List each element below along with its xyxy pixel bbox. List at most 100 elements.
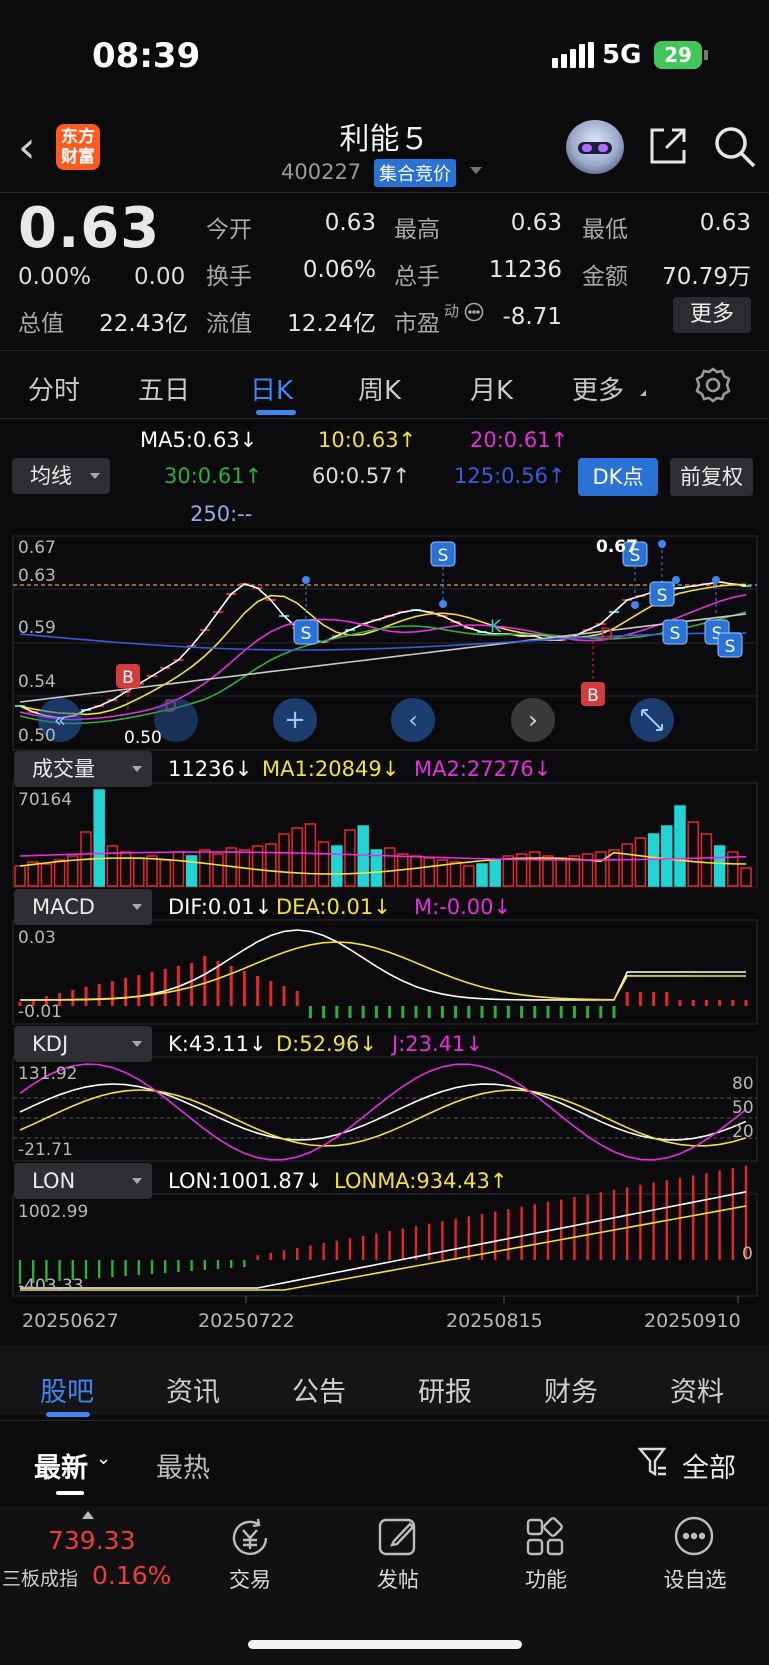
lon-bar: [692, 1175, 695, 1260]
sub-tab-hot[interactable]: 最热: [156, 1446, 210, 1485]
share-icon[interactable]: [646, 124, 690, 168]
compose-icon[interactable]: [376, 1514, 420, 1558]
more-button[interactable]: 更多: [673, 297, 751, 333]
macd-dif-label: DIF:0.01↓: [168, 895, 273, 919]
macd-bar: [704, 1000, 708, 1006]
macd-bar: [638, 992, 642, 1006]
macd-bar: [427, 1006, 431, 1018]
volume-bar: [489, 859, 501, 887]
filter-all[interactable]: 全部: [682, 1446, 736, 1485]
volume-selector[interactable]: 成交量: [14, 751, 152, 787]
open-label: 今开: [206, 217, 252, 243]
macd-bar: [414, 1006, 418, 1018]
ma125-label: 125:0.56↑: [454, 464, 566, 488]
tab-profile[interactable]: 资料: [670, 1370, 724, 1409]
date-label: 20250722: [198, 1310, 295, 1332]
lon-bar: [401, 1228, 404, 1260]
dk-point-button[interactable]: DK点: [578, 458, 658, 496]
ma250-label: 250:--: [190, 502, 253, 526]
robot-avatar-icon[interactable]: [566, 120, 624, 174]
sub-tab-latest[interactable]: 最新: [34, 1446, 88, 1485]
total-cap-value: 22.43亿: [99, 311, 188, 337]
tab-guba[interactable]: 股吧: [40, 1370, 94, 1409]
high-value: 0.63: [510, 210, 562, 236]
volume-bar: [634, 837, 647, 887]
macd-bar: [440, 1006, 444, 1018]
filter-icon[interactable]: [638, 1446, 668, 1478]
macd-dif-line: [19, 929, 746, 1001]
nav-settings-watchlist[interactable]: 设自选: [650, 1564, 740, 1594]
index-name[interactable]: 三板成指: [2, 1564, 78, 1591]
lon-bar: [467, 1216, 470, 1260]
tab-intraday[interactable]: 分时: [28, 370, 80, 407]
macd-selector-label: MACD: [32, 895, 95, 919]
nav-post[interactable]: 发帖: [358, 1564, 438, 1594]
nav-trade[interactable]: 交易: [210, 1564, 290, 1594]
gear-icon[interactable]: [694, 366, 732, 404]
collapse-arrow-icon[interactable]: [82, 1511, 94, 1519]
tab-more-corner: [635, 390, 646, 396]
stock-code: 400227: [281, 160, 362, 184]
lon-bar: [164, 1260, 167, 1273]
tab-daily-k[interactable]: 日K: [250, 370, 293, 407]
volume-bar: [476, 863, 488, 887]
tab-monthly-k[interactable]: 月K: [470, 370, 513, 407]
search-icon[interactable]: [712, 124, 758, 170]
pe-label: 市盈: [394, 311, 440, 337]
lon-bar: [124, 1260, 127, 1276]
kdj-selector[interactable]: KDJ: [14, 1026, 152, 1062]
lon-bar: [414, 1226, 418, 1260]
lon-bar: [520, 1206, 523, 1260]
tab-five-day[interactable]: 五日: [138, 370, 190, 407]
lon-bar: [137, 1260, 140, 1275]
tab-research[interactable]: 研报: [418, 1370, 472, 1409]
home-indicator[interactable]: [248, 1640, 522, 1649]
ma-selector[interactable]: 均线: [12, 458, 110, 494]
adjust-button[interactable]: 前复权: [670, 458, 753, 496]
lon-selector[interactable]: LON: [14, 1163, 152, 1199]
auction-tag[interactable]: 集合竞价: [374, 159, 456, 187]
price-candles: [15, 581, 751, 719]
volume-bar: [185, 855, 198, 887]
chevron-down-icon[interactable]: [470, 167, 482, 174]
lon-bar: [639, 1184, 642, 1260]
more-dots-icon[interactable]: [464, 302, 484, 322]
macd-bar: [242, 971, 246, 1006]
macd-bar: [612, 1006, 616, 1018]
change-pct: 0.00%: [18, 264, 92, 290]
nav-functions[interactable]: 功能: [506, 1564, 586, 1594]
ma20-label: 20:0.61↑: [470, 428, 569, 452]
tab-announcement[interactable]: 公告: [292, 1370, 346, 1409]
apps-icon[interactable]: [524, 1514, 568, 1558]
volume-bar: [40, 863, 53, 887]
lon-bar: [177, 1260, 180, 1272]
macd-selector[interactable]: MACD: [14, 889, 152, 925]
macd-bar: [652, 992, 656, 1006]
svg-text:+: +: [284, 705, 306, 735]
macd-bar: [665, 992, 669, 1006]
macd-bar: [586, 1006, 590, 1018]
volume-bar: [291, 827, 303, 887]
lon-bar: [362, 1235, 365, 1260]
index-value[interactable]: 739.33: [48, 1526, 135, 1555]
total-cap-label: 总值: [18, 311, 64, 337]
tab-finance[interactable]: 财务: [544, 1370, 598, 1409]
more-circle-icon[interactable]: [672, 1514, 716, 1558]
lon-bar: [216, 1260, 220, 1269]
high-label: 最高: [394, 217, 440, 243]
macd-bar: [691, 1000, 695, 1006]
index-pct: 0.16%: [92, 1561, 172, 1590]
volume-bar: [621, 843, 633, 887]
svg-text:K: K: [490, 617, 502, 637]
tab-weekly-k[interactable]: 周K: [358, 370, 401, 407]
volume-bar: [700, 833, 713, 887]
tab-more[interactable]: 更多: [572, 370, 624, 407]
macd-bar: [572, 1006, 576, 1018]
volume-bar: [199, 849, 211, 887]
trade-icon[interactable]: [228, 1516, 272, 1560]
divider: [0, 1420, 769, 1421]
kline-chart[interactable]: B B S S S S S S S K D D « + ‹ ›: [0, 530, 769, 1320]
macd-m-label: M:-0.00↓: [414, 895, 512, 919]
tab-news[interactable]: 资讯: [166, 1370, 220, 1409]
chevron-down-icon[interactable]: ⌄: [96, 1448, 111, 1469]
